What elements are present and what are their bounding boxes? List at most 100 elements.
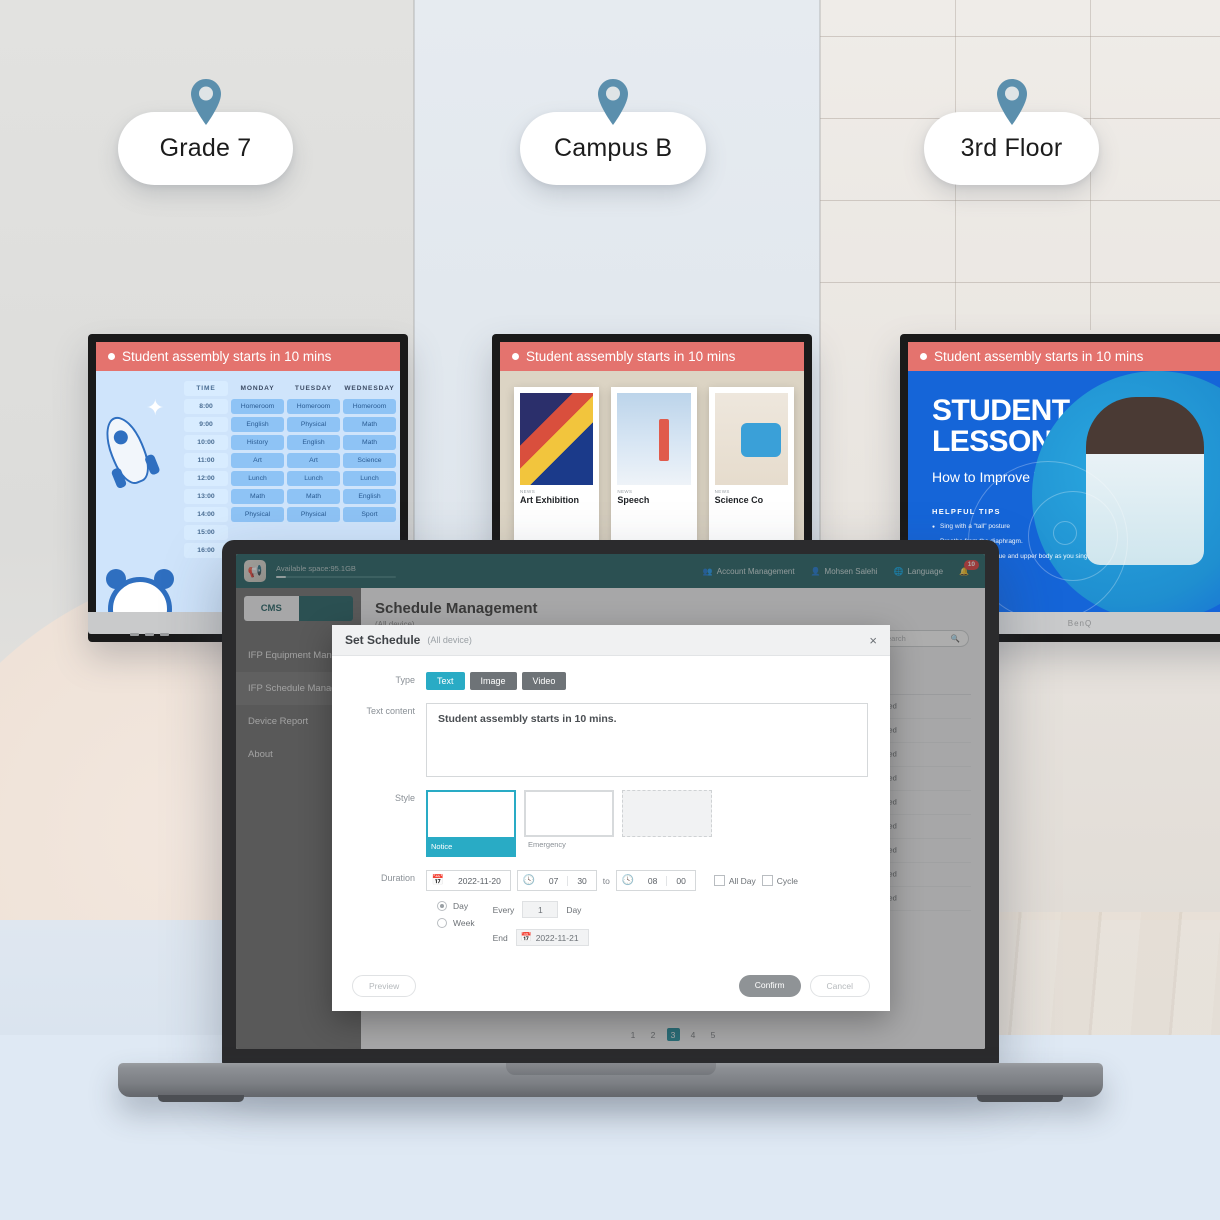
tile-line (820, 200, 1220, 201)
gallery-card-meta: NEWS (617, 489, 633, 494)
type-option-text[interactable]: Text (426, 672, 465, 690)
timetable-row: 9:00 English Physical Math (184, 417, 396, 432)
clock-icon: 🕓 (621, 875, 635, 886)
cms-application: 📢 Available space:95.1GB 👥 Account Manag… (236, 554, 985, 1049)
style-field-row: Style Notice Emergency (354, 790, 868, 857)
checkbox-icon (761, 875, 773, 886)
cycle-checkbox[interactable]: Cycle (761, 875, 798, 886)
timetable-row: 15:00 (184, 525, 396, 540)
start-hour-value: 07 (548, 875, 559, 886)
alert-dot-icon (108, 353, 115, 360)
dialog-footer: Preview Confirm Cancel (332, 965, 890, 1011)
alert-banner: Student assembly starts in 10 mins (500, 342, 804, 371)
timetable-cell: Lunch (343, 471, 396, 486)
end-date-input[interactable]: 📅 2022-11-21 (515, 929, 589, 946)
calendar-icon: 📅 (520, 932, 532, 942)
style-control: Notice Emergency (426, 790, 868, 857)
every-value-input[interactable]: 1 (522, 901, 559, 918)
style-option-notice[interactable]: Notice (426, 790, 516, 857)
duration-to-label: to (602, 875, 610, 886)
gallery-card-title: Science Co (714, 495, 764, 505)
gallery-image (520, 393, 594, 485)
timetable-header-row: TIME MONDAY TUESDAY WEDNESDAY (184, 381, 396, 396)
style-options: Notice Emergency (426, 790, 868, 857)
timetable-time-cell: 11:00 (184, 453, 228, 468)
timetable-cell: Homeroom (343, 399, 396, 414)
end-minute-value: 00 (666, 875, 694, 886)
recurrence-week-label: Week (453, 918, 475, 928)
end-hour-value: 08 (647, 875, 658, 886)
recurrence-option-day[interactable]: Day (437, 901, 475, 911)
timetable-row: 10:00 History English Math (184, 435, 396, 450)
laptop-foot (977, 1095, 1063, 1102)
alert-banner: Student assembly starts in 10 mins (908, 342, 1220, 371)
star-icon: ✦ (146, 395, 165, 420)
checkbox-icon (713, 875, 725, 886)
type-control: Text Image Video (426, 672, 868, 690)
poster-tip-text: Sing with a "tall" posture (940, 523, 1011, 531)
alert-banner-text: Student assembly starts in 10 mins (526, 349, 736, 364)
end-label: End (492, 932, 508, 943)
close-icon[interactable]: × (869, 634, 877, 647)
rocket-illustration (98, 411, 161, 490)
laptop-base (118, 1063, 1103, 1102)
end-date-value: 2022-11-21 (535, 932, 579, 943)
timetable-time-cell: 13:00 (184, 489, 228, 504)
gallery-card-meta: NEWS (714, 489, 730, 494)
timetable-cell: English (343, 489, 396, 504)
duration-label: Duration (380, 873, 415, 883)
style-label: Style (394, 793, 415, 803)
cancel-button[interactable]: Cancel (809, 975, 870, 997)
timetable-row: 8:00 Homeroom Homeroom Homeroom (184, 399, 396, 414)
poster-tip: ● Sing with a "tall" posture (932, 523, 1011, 531)
recurrence-details: Every 1 Day End 📅 2022-11-21 (493, 901, 589, 946)
location-pin-1: Grade 7 (118, 78, 293, 185)
timetable-row: 11:00 Art Art Science (184, 453, 396, 468)
all-day-checkbox[interactable]: All Day (713, 875, 756, 886)
start-date-input[interactable]: 📅 2022-11-20 (426, 870, 511, 891)
text-content-textarea[interactable]: Student assembly starts in 10 mins. (426, 703, 868, 777)
timetable-cell: Sport (343, 507, 396, 522)
start-time-input[interactable]: 🕓 07 30 (516, 870, 597, 891)
timetable-header-cell: WEDNESDAY (344, 385, 395, 392)
duration-inputs: 📅 2022-11-20 🕓 07 30 to 🕓 08 00 All Day … (426, 870, 868, 891)
calendar-icon: 📅 (431, 875, 445, 886)
style-preview (524, 790, 614, 837)
style-option-add[interactable] (622, 790, 712, 857)
style-option-emergency[interactable]: Emergency (524, 790, 614, 857)
laptop-lid: 📢 Available space:95.1GB 👥 Account Manag… (222, 540, 999, 1065)
clock-icon: 🕓 (522, 875, 536, 886)
start-minute-value: 30 (567, 875, 595, 886)
type-segmented-control: Text Image Video (426, 672, 868, 690)
location-pin-label: Campus B (554, 134, 673, 162)
timetable-cell: English (231, 417, 284, 432)
recurrence-option-week[interactable]: Week (437, 918, 475, 928)
location-pin-3: 3rd Floor (924, 78, 1099, 185)
timetable-cell: Math (287, 489, 340, 504)
radio-icon (437, 901, 447, 911)
alert-banner-text: Student assembly starts in 10 mins (122, 349, 332, 364)
timetable-cell: Physical (231, 507, 284, 522)
every-label: Every (492, 904, 515, 915)
gallery-card-title: Art Exhibition (520, 495, 579, 505)
map-pin-icon (996, 79, 1027, 125)
type-option-video[interactable]: Video (521, 672, 567, 690)
duration-field-row: Duration 📅 2022-11-20 🕓 07 30 to 🕓 08 00… (354, 870, 868, 946)
preview-button[interactable]: Preview (352, 975, 417, 997)
timetable-time-cell: 10:00 (184, 435, 228, 450)
timetable-time-cell: 14:00 (184, 507, 228, 522)
confirm-button[interactable]: Confirm (738, 975, 801, 997)
end-time-input[interactable]: 🕓 08 00 (615, 870, 696, 891)
dialog-primary-actions: Confirm Cancel (738, 975, 870, 997)
timetable-time-cell: 9:00 (184, 417, 228, 432)
text-content-label: Text content (366, 706, 415, 716)
timetable-cell: Art (287, 453, 340, 468)
type-option-image[interactable]: Image (469, 672, 517, 690)
timetable-cell: Lunch (231, 471, 284, 486)
timetable-time-cell: 12:00 (184, 471, 228, 486)
timetable-row: 13:00 Math Math English (184, 489, 396, 504)
dialog-header: Set Schedule (All device) × (332, 625, 890, 656)
gallery-image (714, 393, 788, 485)
duration-control: 📅 2022-11-20 🕓 07 30 to 🕓 08 00 All Day … (426, 870, 868, 946)
tile-line (820, 36, 1220, 37)
